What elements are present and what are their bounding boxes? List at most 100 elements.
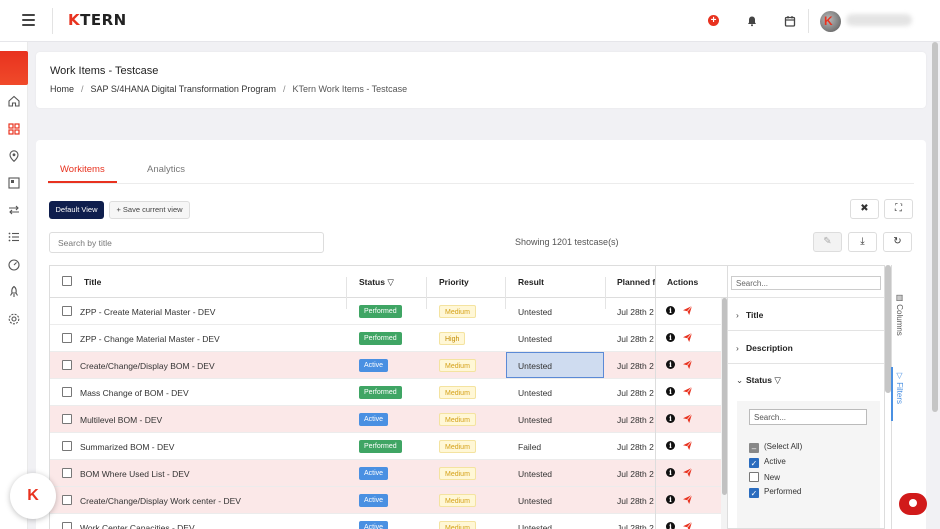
checkbox-checked[interactable]: ✓ (749, 458, 759, 468)
download-button[interactable]: ⤓ (848, 232, 877, 252)
row-title[interactable]: Multilevel BOM - DEV (80, 415, 162, 425)
row-result[interactable]: Untested (506, 352, 604, 378)
filter-option-performed[interactable]: ✓ Performed (749, 487, 801, 498)
filter-item-description[interactable]: › Description (736, 343, 793, 353)
ktern-assistant-button[interactable]: K (10, 473, 56, 519)
refresh-icon: ↻ (893, 236, 902, 247)
row-result[interactable]: Untested (518, 388, 552, 398)
row-result[interactable]: Untested (518, 307, 552, 317)
feedback-button[interactable] (899, 493, 927, 515)
home-icon[interactable] (7, 94, 21, 108)
tab-analytics[interactable]: Analytics (147, 164, 185, 175)
col-status[interactable]: Status ▽ (359, 277, 394, 288)
swap-arrows-icon[interactable] (7, 203, 21, 217)
settings-gear-icon[interactable] (7, 312, 21, 326)
ktern-logo[interactable]: KTERN (68, 11, 127, 29)
col-planned[interactable]: Planned f (617, 277, 655, 287)
tab-workitems[interactable]: Workitems (60, 164, 105, 175)
row-checkbox[interactable] (62, 306, 72, 316)
chevron-right-icon: › (736, 310, 739, 320)
table-row[interactable]: Work Center Capacities - DEV Active Medium… (50, 514, 727, 529)
table-row[interactable]: Create/Change/Display Work center - DEV A… (50, 487, 727, 514)
fullscreen-button[interactable]: ⛶ (884, 199, 913, 219)
default-view-button[interactable]: Default View (49, 201, 104, 219)
row-checkbox[interactable] (62, 387, 72, 397)
user-name-blurred[interactable] (846, 14, 912, 26)
location-pin-icon[interactable] (7, 149, 21, 163)
row-checkbox[interactable] (62, 333, 72, 343)
rocket-icon[interactable] (7, 285, 21, 299)
checkbox-indeterminate[interactable]: – (749, 443, 759, 453)
col-result[interactable]: Result (518, 277, 544, 287)
col-title[interactable]: Title (84, 277, 101, 287)
edit-button[interactable]: ✎ (813, 232, 842, 252)
row-result[interactable]: Untested (518, 496, 552, 506)
save-current-view-button[interactable]: + Save current view (109, 201, 190, 219)
list-icon[interactable] (7, 230, 21, 244)
row-title[interactable]: Summarized BOM - DEV (80, 442, 174, 452)
row-result[interactable]: Untested (518, 415, 552, 425)
row-result[interactable]: Untested (518, 334, 552, 344)
row-title[interactable]: ZPP - Create Material Master - DEV (80, 307, 215, 317)
row-title[interactable]: ZPP - Change Material Master - DEV (80, 334, 220, 344)
checkbox-checked[interactable]: ✓ (749, 488, 759, 498)
search-title-input[interactable] (49, 232, 324, 253)
row-title[interactable]: BOM Where Used List - DEV (80, 469, 190, 479)
clear-filters-button[interactable]: ✖ (850, 199, 879, 219)
row-title[interactable]: Work Center Capacities - DEV (80, 523, 195, 529)
grid-scrollbar[interactable] (721, 298, 727, 529)
table-row[interactable]: BOM Where Used List - DEV Active Medium Unt… (50, 460, 727, 487)
scrollbar-thumb[interactable] (932, 42, 938, 412)
col-priority[interactable]: Priority (439, 277, 469, 287)
row-title[interactable]: Create/Change/Display BOM - DEV (80, 361, 215, 371)
status-filter-search[interactable] (749, 409, 867, 425)
filter-option-new[interactable]: New (749, 472, 780, 482)
filter-option-select-all[interactable]: – (Select All) (749, 442, 802, 453)
tab-columns[interactable]: ▥ Columns (895, 293, 904, 336)
table-row[interactable]: ZPP - Change Material Master - DEV Perfor… (50, 325, 727, 352)
row-result[interactable]: Untested (518, 469, 552, 479)
row-planned-date: Jul 28th 2 (617, 307, 654, 317)
dashboard-gauge-icon[interactable] (7, 258, 21, 272)
filter-item-title[interactable]: › Title (736, 310, 763, 320)
apps-grid-icon[interactable] (7, 122, 21, 136)
row-checkbox[interactable] (62, 360, 72, 370)
filter-option-active[interactable]: ✓ Active (749, 457, 786, 468)
row-checkbox[interactable] (62, 441, 72, 451)
row-checkbox[interactable] (62, 495, 72, 505)
divider (808, 9, 809, 33)
columns-icon: ▥ (895, 293, 904, 305)
hamburger-menu-icon[interactable] (22, 14, 35, 26)
breadcrumb-home[interactable]: Home (50, 84, 74, 94)
row-result[interactable]: Untested (518, 523, 552, 529)
refresh-button[interactable]: ↻ (883, 232, 912, 252)
tab-columns-label: Columns (895, 304, 904, 336)
tab-filters[interactable]: ▽ Filters (895, 371, 904, 404)
option-label: Active (764, 457, 786, 466)
table-row[interactable]: Multilevel BOM - DEV Active Medium Untested… (50, 406, 727, 433)
filter-item-status[interactable]: ⌄ Status ▽ (736, 375, 781, 386)
bell-icon[interactable] (746, 15, 758, 27)
breadcrumb-program[interactable]: SAP S/4HANA Digital Transformation Progr… (91, 84, 276, 94)
select-all-checkbox[interactable] (62, 276, 72, 286)
user-avatar[interactable]: K (820, 11, 841, 32)
row-checkbox[interactable] (62, 468, 72, 478)
row-checkbox[interactable] (62, 414, 72, 424)
panel-search-input[interactable] (731, 276, 881, 290)
row-title[interactable]: Mass Change of BOM - DEV (80, 388, 189, 398)
row-checkbox[interactable] (62, 522, 72, 529)
row-result[interactable]: Failed (518, 442, 541, 452)
window-scrollbar[interactable] (931, 42, 939, 529)
table-row[interactable]: Mass Change of BOM - DEV Performed Medium U… (50, 379, 727, 406)
status-filter-box: –(Select All) ✓ Active New ✓ Performed (737, 401, 880, 528)
table-row[interactable]: Summarized BOM - DEV Performed Medium Faile… (50, 433, 727, 460)
row-title[interactable]: Create/Change/Display Work center - DEV (80, 496, 241, 506)
add-circle-icon[interactable]: + (708, 15, 719, 26)
board-icon[interactable] (7, 176, 21, 190)
checkbox-unchecked[interactable] (749, 472, 759, 482)
row-planned-date: Jul 28th 2 (617, 469, 654, 479)
table-row[interactable]: Create/Change/Display BOM - DEV Active Med… (50, 352, 727, 379)
scrollbar-thumb[interactable] (722, 298, 727, 495)
table-row[interactable]: ZPP - Create Material Master - DEV Perfor… (50, 298, 727, 325)
calendar-icon[interactable] (784, 15, 796, 27)
